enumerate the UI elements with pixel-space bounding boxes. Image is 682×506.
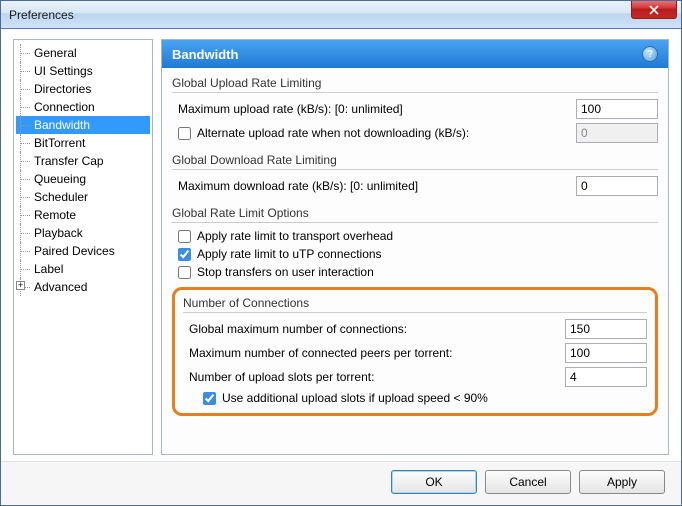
window-title: Preferences — [9, 8, 74, 22]
slots-input[interactable] — [565, 367, 647, 387]
global-conn-input[interactable] — [565, 319, 647, 339]
group-title: Number of Connections — [183, 294, 647, 313]
content-area: General UI Settings Directories Connecti… — [1, 29, 681, 461]
group-title: Global Download Rate Limiting — [172, 151, 658, 170]
sidebar-item-playback[interactable]: Playback — [16, 224, 150, 242]
group-upload-limit: Global Upload Rate Limiting Maximum uplo… — [172, 74, 658, 145]
peers-input[interactable] — [565, 343, 647, 363]
group-title: Global Upload Rate Limiting — [172, 74, 658, 93]
panel-header: Bandwidth ? — [162, 40, 668, 68]
panel-title: Bandwidth — [172, 47, 238, 62]
peers-label: Maximum number of connected peers per to… — [189, 346, 559, 360]
opt-stop-label: Stop transfers on user interaction — [197, 265, 374, 279]
extra-slots-checkbox[interactable] — [203, 392, 216, 405]
group-title: Global Rate Limit Options — [172, 204, 658, 223]
group-connections: Number of Connections Global maximum num… — [172, 287, 658, 416]
sidebar-item-general[interactable]: General — [16, 44, 150, 62]
group-rate-options: Global Rate Limit Options Apply rate lim… — [172, 204, 658, 281]
sidebar-item-label[interactable]: Label — [16, 260, 150, 278]
sidebar-item-transfer-cap[interactable]: Transfer Cap — [16, 152, 150, 170]
sidebar-item-bittorrent[interactable]: BitTorrent — [16, 134, 150, 152]
cancel-button[interactable]: Cancel — [485, 470, 571, 494]
extra-slots-label: Use additional upload slots if upload sp… — [222, 391, 488, 405]
sidebar-item-advanced[interactable]: + Advanced — [16, 278, 150, 296]
sidebar-item-paired-devices[interactable]: Paired Devices — [16, 242, 150, 260]
dialog-buttons: OK Cancel Apply — [1, 461, 681, 504]
ok-button[interactable]: OK — [391, 470, 477, 494]
settings-panel: Bandwidth ? Global Upload Rate Limiting … — [161, 39, 669, 455]
opt-utp-checkbox[interactable] — [178, 248, 191, 261]
global-conn-label: Global maximum number of connections: — [189, 322, 559, 336]
sidebar-item-directories[interactable]: Directories — [16, 80, 150, 98]
sidebar-item-queueing[interactable]: Queueing — [16, 170, 150, 188]
max-upload-input[interactable] — [576, 99, 658, 119]
panel-body: Global Upload Rate Limiting Maximum uplo… — [162, 68, 668, 454]
preferences-window: Preferences General UI Settings Director… — [0, 0, 682, 506]
close-icon — [649, 5, 659, 15]
max-download-input[interactable] — [576, 176, 658, 196]
help-icon[interactable]: ? — [642, 46, 658, 62]
expand-icon[interactable]: + — [16, 281, 25, 290]
max-download-label: Maximum download rate (kB/s): [0: unlimi… — [178, 179, 570, 193]
opt-stop-checkbox[interactable] — [178, 266, 191, 279]
opt-overhead-checkbox[interactable] — [178, 230, 191, 243]
sidebar-item-scheduler[interactable]: Scheduler — [16, 188, 150, 206]
alt-upload-label: Alternate upload rate when not downloadi… — [197, 126, 570, 140]
sidebar-item-ui-settings[interactable]: UI Settings — [16, 62, 150, 80]
opt-utp-label: Apply rate limit to uTP connections — [197, 247, 382, 261]
slots-label: Number of upload slots per torrent: — [189, 370, 559, 384]
alt-upload-checkbox[interactable] — [178, 127, 191, 140]
group-download-limit: Global Download Rate Limiting Maximum do… — [172, 151, 658, 198]
apply-button[interactable]: Apply — [579, 470, 665, 494]
opt-overhead-label: Apply rate limit to transport overhead — [197, 229, 393, 243]
category-tree: General UI Settings Directories Connecti… — [13, 39, 153, 455]
titlebar: Preferences — [1, 1, 681, 29]
max-upload-label: Maximum upload rate (kB/s): [0: unlimite… — [178, 102, 570, 116]
close-button[interactable] — [631, 1, 677, 19]
sidebar-item-remote[interactable]: Remote — [16, 206, 150, 224]
sidebar-item-bandwidth[interactable]: Bandwidth — [16, 116, 150, 134]
alt-upload-input[interactable] — [576, 123, 658, 143]
sidebar-item-connection[interactable]: Connection — [16, 98, 150, 116]
